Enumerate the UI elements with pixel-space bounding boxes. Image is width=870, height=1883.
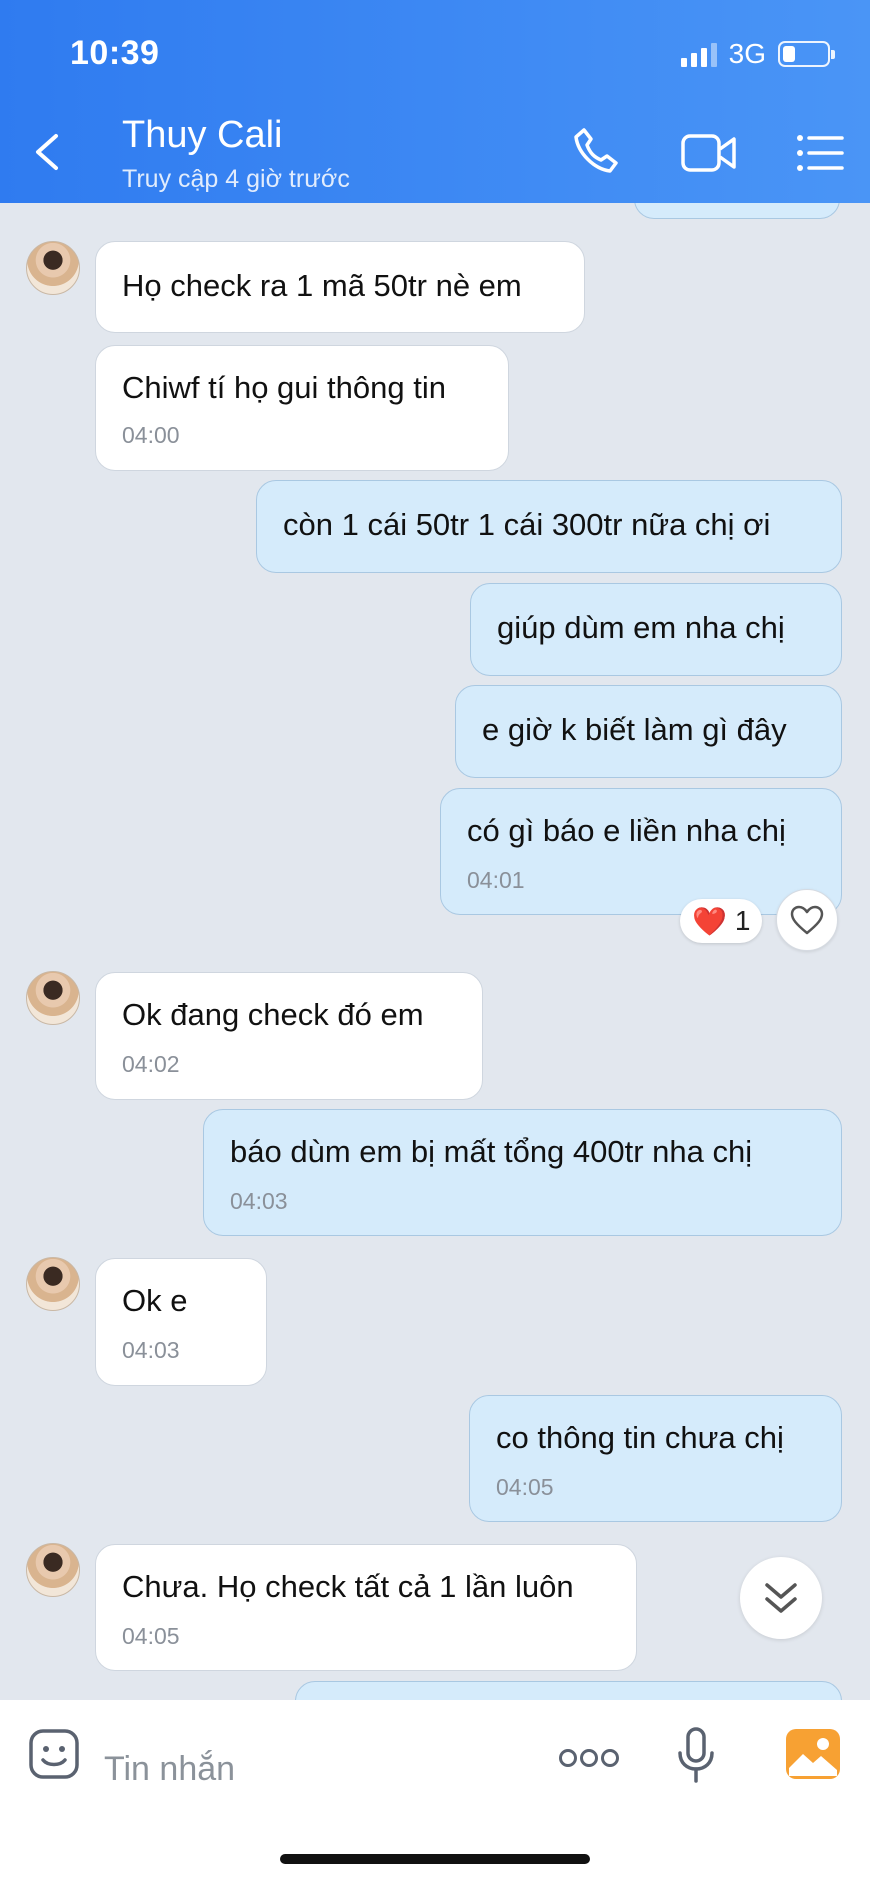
image-icon[interactable] [785, 1728, 841, 1785]
message-bubble[interactable]: Họ check ra 1 mã 50tr nè em [95, 241, 585, 333]
list-icon[interactable] [796, 134, 844, 172]
message-bubble[interactable]: e giờ k biết làm gì đây [455, 685, 842, 778]
message-text: có gì báo e liền nha chị [467, 813, 786, 848]
avatar[interactable] [26, 971, 80, 1025]
message-time: 04:05 [496, 1474, 554, 1500]
message-bubble[interactable]: còn 1 cái 50tr 1 cái 300tr nữa chị ơi [256, 480, 842, 573]
message-text: e giờ k biết làm gì đây [482, 712, 787, 747]
message-text: Ok đang check đó em [122, 997, 424, 1032]
message-bubble[interactable]: Ok đang check đó em 04:02 [95, 972, 483, 1100]
message-bubble[interactable]: có gì báo e liền nha chị 04:01 [440, 788, 842, 915]
message-text: còn 1 cái 50tr 1 cái 300tr nữa chị ơi [283, 507, 771, 542]
message-text: co thông tin chưa chị [496, 1420, 784, 1455]
message-time: 04:02 [122, 1051, 180, 1077]
message-text: Chiwf tí họ gui thông tin [122, 370, 446, 405]
message-bubble-partial [295, 1681, 842, 1700]
message-time: 04:05 [122, 1623, 180, 1649]
avatar[interactable] [26, 241, 80, 295]
reaction-count: 1 [734, 905, 751, 936]
message-time: 04:00 [122, 422, 180, 448]
message-bubble[interactable]: giúp dùm em nha chị [470, 583, 842, 676]
message-list[interactable]: Họ check ra 1 mã 50tr nè em Chiwf tí họ … [0, 203, 870, 1700]
status-time: 10:39 [70, 34, 160, 72]
message-text: Chưa. Họ check tất cả 1 lần luôn [122, 1569, 574, 1604]
message-bubble-partial [634, 203, 840, 219]
status-indicators: 3G [680, 38, 835, 70]
chat-header: 10:39 3G Thuy Cali Truy cập 4 giờ trước [0, 0, 870, 203]
message-bubble[interactable]: Chiwf tí họ gui thông tin 04:00 [95, 345, 509, 471]
double-chevron-down-icon[interactable] [740, 1557, 822, 1639]
network-type: 3G [728, 38, 766, 69]
more-dots-icon[interactable] [558, 1748, 620, 1773]
message-bubble[interactable]: co thông tin chưa chị 04:05 [469, 1395, 842, 1522]
message-input[interactable]: Tin nhắn [104, 1750, 235, 1789]
message-text: Họ check ra 1 mã 50tr nè em [122, 268, 522, 303]
phone-icon[interactable] [572, 126, 620, 174]
heart-icon: ❤️ [692, 905, 727, 937]
video-camera-icon[interactable] [680, 132, 738, 174]
message-bubble[interactable]: Chưa. Họ check tất cả 1 lần luôn 04:05 [95, 1544, 637, 1671]
message-text: Ok e [122, 1283, 188, 1318]
message-text: giúp dùm em nha chị [497, 610, 785, 645]
emoji-icon[interactable] [28, 1728, 80, 1785]
signal-icon [680, 41, 717, 67]
chevron-left-icon[interactable] [30, 130, 66, 174]
contact-name[interactable]: Thuy Cali [122, 114, 283, 157]
heart-outline-icon[interactable] [776, 889, 838, 951]
message-bubble[interactable]: báo dùm em bị mất tổng 400tr nha chị 04:… [203, 1109, 842, 1236]
message-time: 04:03 [230, 1188, 288, 1214]
message-text: báo dùm em bị mất tổng 400tr nha chị [230, 1134, 753, 1169]
home-indicator[interactable] [280, 1854, 590, 1864]
reaction-badge[interactable]: ❤️ 1 [680, 899, 763, 943]
message-time: 04:01 [467, 867, 525, 893]
message-time: 04:03 [122, 1337, 180, 1363]
microphone-icon[interactable] [676, 1726, 716, 1789]
battery-icon [778, 41, 835, 67]
avatar[interactable] [26, 1543, 80, 1597]
message-bubble[interactable]: Ok e 04:03 [95, 1258, 267, 1386]
avatar[interactable] [26, 1257, 80, 1311]
last-seen: Truy cập 4 giờ trước [122, 165, 350, 193]
